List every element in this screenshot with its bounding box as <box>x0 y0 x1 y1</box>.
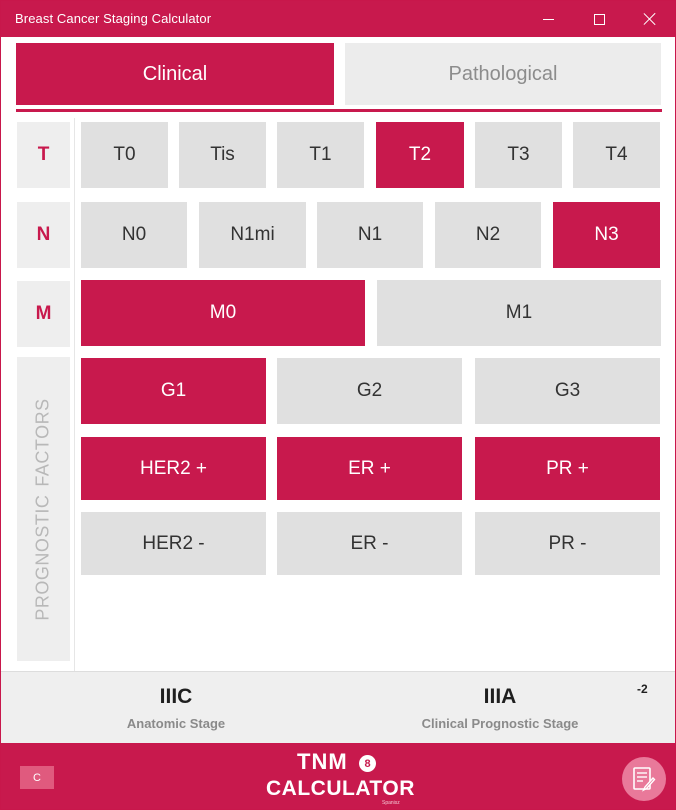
option-n2[interactable]: N2 <box>435 202 541 268</box>
logo-edition-badge: 8 <box>359 755 376 772</box>
option-t2[interactable]: T2 <box>376 122 464 188</box>
tab-underline <box>16 109 662 112</box>
logo-small-text: Spanisz <box>382 800 400 806</box>
title-bar: Breast Cancer Staging Calculator <box>1 1 675 37</box>
option-n0[interactable]: N0 <box>81 202 187 268</box>
logo-tnm-text: TNM <box>297 749 348 774</box>
clinical-prognostic-stage-value: IIIA <box>483 685 517 708</box>
prognostic-factors-label: PROGNOSTICFACTORS <box>33 397 54 621</box>
tab-clinical[interactable]: Clinical <box>16 43 334 105</box>
option-pr-positive[interactable]: PR + <box>475 437 660 500</box>
option-g3[interactable]: G3 <box>475 358 660 424</box>
option-er-positive[interactable]: ER + <box>277 437 462 500</box>
c-button[interactable]: C <box>20 766 54 789</box>
row-label-m: M <box>17 281 70 347</box>
row-label-prognostic-factors: PROGNOSTICFACTORS <box>17 357 70 661</box>
minimize-icon <box>542 18 554 20</box>
option-her2-negative[interactable]: HER2 - <box>81 512 266 575</box>
option-g2[interactable]: G2 <box>277 358 462 424</box>
vertical-divider <box>74 118 75 671</box>
tnm-calculator-logo: TNM 8 CALCULATOR Spanisz <box>266 749 416 807</box>
close-button[interactable] <box>627 1 673 37</box>
option-t3[interactable]: T3 <box>475 122 562 188</box>
option-m1[interactable]: M1 <box>377 280 661 346</box>
maximize-button[interactable] <box>576 1 622 37</box>
option-t1[interactable]: T1 <box>277 122 364 188</box>
notes-button[interactable] <box>622 757 666 801</box>
row-label-n: N <box>17 202 70 268</box>
option-m0[interactable]: M0 <box>81 280 365 346</box>
option-er-negative[interactable]: ER - <box>277 512 462 575</box>
tab-pathological[interactable]: Pathological <box>345 43 661 105</box>
notepad-pencil-icon <box>633 767 656 792</box>
logo-calculator-text: CALCULATOR <box>266 777 415 800</box>
close-icon <box>643 12 657 26</box>
minimize-button[interactable] <box>525 1 571 37</box>
option-n1mi[interactable]: N1mi <box>199 202 306 268</box>
clinical-prognostic-stage-label: Clinical Prognostic Stage <box>421 716 579 731</box>
option-n3[interactable]: N3 <box>553 202 660 268</box>
option-her2-positive[interactable]: HER2 + <box>81 437 266 500</box>
option-t4[interactable]: T4 <box>573 122 660 188</box>
option-t0[interactable]: T0 <box>81 122 168 188</box>
anatomic-stage-value: IIIC <box>159 685 193 708</box>
app-window: Breast Cancer Staging Calculator Clinica… <box>0 0 676 810</box>
anatomic-stage-label: Anatomic Stage <box>126 716 226 731</box>
option-tis[interactable]: Tis <box>179 122 266 188</box>
option-g1[interactable]: G1 <box>81 358 266 424</box>
maximize-icon <box>593 13 605 25</box>
option-pr-negative[interactable]: PR - <box>475 512 660 575</box>
row-label-t: T <box>17 122 70 188</box>
option-n1[interactable]: N1 <box>317 202 423 268</box>
stage-superscript: -2 <box>637 682 648 696</box>
window-title: Breast Cancer Staging Calculator <box>15 11 212 26</box>
